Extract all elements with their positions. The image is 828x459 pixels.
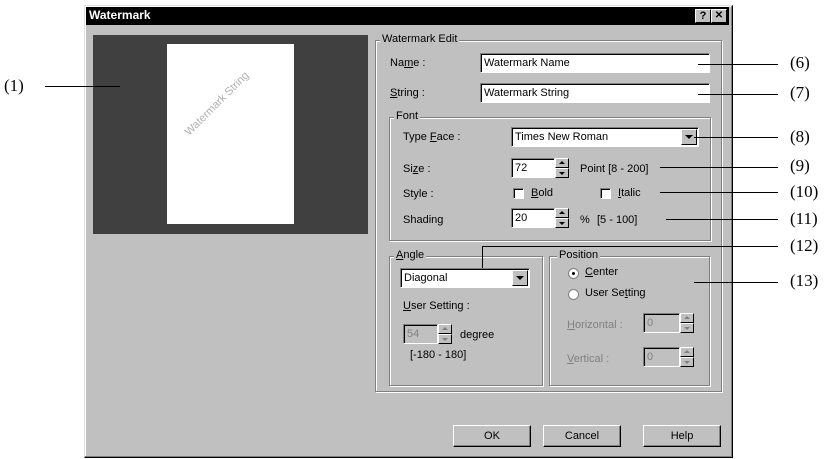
style-label: Style :: [403, 188, 434, 200]
degree-input[interactable]: 54: [403, 324, 438, 344]
vertical-input[interactable]: 0: [643, 347, 680, 367]
spin-up-icon[interactable]: [555, 208, 569, 218]
horizontal-input[interactable]: 0: [643, 313, 680, 333]
horizontal-label: Horizontal :: [567, 319, 623, 331]
user-setting-position-label: User Setting: [585, 287, 646, 299]
callout-12: (12): [790, 236, 819, 255]
spin-down-icon[interactable]: [555, 218, 569, 228]
degree-range: [-180 - 180]: [410, 349, 467, 361]
spin-up-icon[interactable]: [680, 347, 694, 357]
window-title: Watermark: [89, 8, 151, 22]
shading-spinner[interactable]: [555, 208, 569, 228]
spin-down-icon[interactable]: [680, 357, 694, 367]
bold-checkbox[interactable]: [513, 188, 524, 199]
help-button[interactable]: Help: [643, 425, 721, 447]
close-icon[interactable]: ✕: [711, 9, 727, 23]
title-bar[interactable]: [86, 7, 729, 25]
spin-up-icon[interactable]: [555, 158, 569, 168]
shading-range: [5 - 100]: [597, 214, 638, 226]
help-title-button[interactable]: ?: [695, 9, 711, 23]
vertical-spinner[interactable]: [680, 347, 694, 367]
callout-line-12: [482, 246, 778, 247]
typeface-select[interactable]: Times New Roman: [511, 127, 699, 147]
angle-group-label: Angle: [394, 249, 427, 261]
callout-8: (8): [790, 127, 810, 146]
callout-line-7: [698, 94, 778, 95]
size-input[interactable]: 72: [511, 158, 555, 178]
name-input[interactable]: Watermark Name: [480, 53, 710, 73]
callout-line-1: [45, 86, 120, 87]
vertical-label: Vertical :: [567, 353, 610, 365]
size-spinner[interactable]: [555, 158, 569, 178]
angle-select[interactable]: Diagonal: [400, 268, 530, 288]
horizontal-spinner[interactable]: [680, 313, 694, 333]
position-group-label: Position: [557, 249, 601, 261]
user-setting-label: User Setting :: [403, 300, 470, 312]
spin-up-icon[interactable]: [438, 324, 452, 334]
string-label: String :: [390, 87, 425, 99]
center-label: Center: [585, 266, 619, 278]
callout-7: (7): [790, 83, 810, 102]
shading-input[interactable]: 20: [511, 208, 555, 228]
spin-down-icon[interactable]: [680, 323, 694, 333]
callout-1: (1): [4, 76, 24, 95]
shading-unit: %: [580, 214, 590, 226]
callout-line-12-vertical: [482, 246, 483, 268]
watermark-edit-label: Watermark Edit: [380, 33, 460, 45]
spin-down-icon[interactable]: [438, 334, 452, 344]
callout-10: (10): [790, 182, 819, 201]
angle-dropdown-icon[interactable]: [512, 270, 528, 286]
callout-line-9: [660, 167, 778, 168]
callout-line-11: [666, 219, 778, 220]
shading-label: Shading: [403, 214, 444, 226]
cancel-button[interactable]: Cancel: [543, 425, 621, 447]
italic-label: Italic: [618, 187, 641, 199]
size-range: Point [8 - 200]: [580, 163, 649, 175]
spin-down-icon[interactable]: [555, 168, 569, 178]
string-input[interactable]: Watermark String: [480, 83, 710, 103]
callout-6: (6): [790, 53, 810, 72]
callout-line-10: [660, 192, 778, 193]
callout-line-13: [694, 282, 778, 283]
degree-spinner[interactable]: [438, 324, 452, 344]
name-label: Name :: [390, 57, 426, 69]
spin-up-icon[interactable]: [680, 313, 694, 323]
center-radio[interactable]: [568, 268, 579, 279]
ok-button[interactable]: OK: [453, 425, 531, 447]
size-label: Size :: [403, 163, 431, 175]
bold-label: Bold: [531, 187, 554, 199]
user-setting-radio[interactable]: [568, 289, 579, 300]
font-group-label: Font: [394, 110, 421, 122]
typeface-label: Type Face :: [403, 131, 461, 143]
callout-11: (11): [790, 209, 818, 228]
callout-9: (9): [790, 156, 810, 175]
degree-label: degree: [460, 329, 495, 341]
callout-line-6: [698, 64, 778, 65]
italic-checkbox[interactable]: [600, 188, 611, 199]
callout-line-8: [694, 137, 778, 138]
callout-13: (13): [790, 271, 819, 290]
